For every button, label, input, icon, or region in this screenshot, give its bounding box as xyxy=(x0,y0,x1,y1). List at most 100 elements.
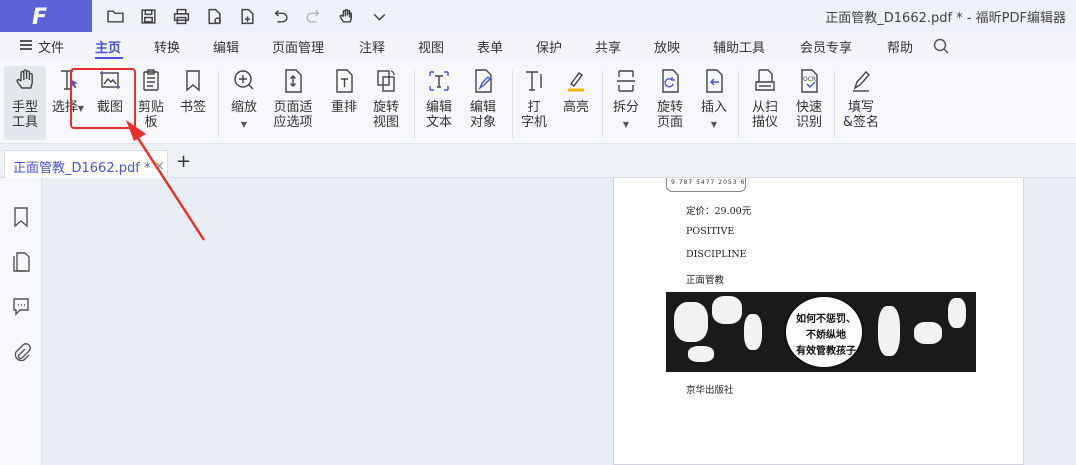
search-icon[interactable] xyxy=(933,38,949,54)
photo-area xyxy=(712,296,742,324)
typewriter-icon xyxy=(523,68,545,94)
redo-icon[interactable] xyxy=(302,5,324,27)
rotate-page-icon xyxy=(659,68,681,94)
document-tab-bar: 正面管教_D1662.pdf * × xyxy=(0,144,1076,178)
cover-photo: 如何不惩罚、 不娇纵地 有效管教孩子 xyxy=(666,292,976,372)
pages-panel-icon[interactable] xyxy=(11,251,31,273)
app-logo[interactable]: F xyxy=(0,0,92,32)
publisher-text: 京华出版社 xyxy=(686,385,734,396)
fit-page-icon xyxy=(282,68,304,94)
ocr-button[interactable]: OCR 快速 识别 xyxy=(792,68,826,130)
attachment-panel-icon[interactable] xyxy=(11,341,31,363)
document-tab[interactable]: 正面管教_D1662.pdf * × xyxy=(4,150,168,178)
insert-dropdown-icon[interactable]: ▼ xyxy=(711,120,717,129)
split-dropdown-icon[interactable]: ▼ xyxy=(623,120,629,129)
barcode: 9 787 5477 2053 6 xyxy=(666,178,746,192)
fit-page-label: 页面适 应选项 xyxy=(273,100,313,130)
typewriter-button[interactable]: 打 字机 xyxy=(518,68,550,130)
menu-form[interactable]: 表单 xyxy=(477,37,503,56)
add-tab-icon[interactable]: + xyxy=(176,151,191,172)
hamburger-menu-icon[interactable] xyxy=(20,40,32,50)
edit-text-label: 编辑 文本 xyxy=(425,100,452,130)
cover-bubble: 如何不惩罚、 不娇纵地 有效管教孩子 xyxy=(784,295,864,369)
ribbon-separator xyxy=(218,70,219,138)
typewriter-label: 打 字机 xyxy=(520,100,547,130)
menu-home[interactable]: 主页 xyxy=(95,37,121,56)
ribbon-separator xyxy=(512,70,513,138)
ribbon-toolbar: 手型 工具 选择▼ 截图 剪贴 板 书签 缩放 ▼ 页面适 应选项 重排 旋转 视… xyxy=(0,60,1076,144)
split-button[interactable]: 拆分 ▼ xyxy=(610,68,642,133)
rotate-page-button[interactable]: 旋转 页面 xyxy=(650,68,690,130)
insert-icon xyxy=(703,68,725,94)
menu-file[interactable]: 文件 xyxy=(38,37,64,56)
page-export-icon[interactable] xyxy=(203,5,225,27)
insert-label: 插入 xyxy=(700,100,727,115)
menu-accessibility[interactable]: 辅助工具 xyxy=(713,37,765,56)
fill-sign-button[interactable]: 填写 &签名 xyxy=(840,68,882,130)
menu-vip[interactable]: 会员专享 xyxy=(800,37,852,56)
menu-help[interactable]: 帮助 xyxy=(887,37,913,56)
fill-sign-icon xyxy=(850,68,872,94)
insert-button[interactable]: 插入 ▼ xyxy=(698,68,730,133)
photo-area xyxy=(674,302,708,342)
photo-area xyxy=(878,306,900,356)
hand-select-icon[interactable] xyxy=(335,5,357,27)
add-page-icon[interactable] xyxy=(236,5,258,27)
zoom-label: 缩放 xyxy=(230,100,257,115)
comments-panel-icon[interactable] xyxy=(11,295,31,317)
window-title: 正面管教_D1662.pdf * - 福昕PDF编辑器 xyxy=(825,11,1066,26)
bubble-text-line2: 不娇纵地 xyxy=(806,330,846,341)
highlight-icon xyxy=(565,68,587,94)
photo-area xyxy=(948,298,966,328)
fit-page-button[interactable]: 页面适 应选项 xyxy=(268,68,318,130)
edit-text-button[interactable]: 编辑 文本 xyxy=(422,68,456,130)
close-icon[interactable]: × xyxy=(154,159,165,174)
reflow-button[interactable]: 重排 xyxy=(328,68,360,116)
zoom-dropdown-icon[interactable]: ▼ xyxy=(241,120,247,129)
rotate-view-button[interactable]: 旋转 视图 xyxy=(366,68,406,130)
clipboard-button[interactable]: 剪贴 板 xyxy=(136,68,166,130)
menu-bar: 文件 主页 转换 编辑 页面管理 注释 视图 表单 保护 共享 放映 辅助工具 … xyxy=(0,32,1076,60)
hand-icon xyxy=(14,68,36,94)
rotate-view-label: 旋转 视图 xyxy=(372,100,399,130)
menu-present[interactable]: 放映 xyxy=(654,37,680,56)
ocr-label: 快速 识别 xyxy=(795,100,822,130)
reflow-label: 重排 xyxy=(330,100,357,115)
bookmark-icon xyxy=(182,68,204,94)
bubble-text-line3: 有效管教孩子 xyxy=(796,346,856,357)
print-icon[interactable] xyxy=(170,5,192,27)
open-folder-icon[interactable] xyxy=(104,5,126,27)
ribbon-separator xyxy=(414,70,415,138)
scanner-icon xyxy=(754,68,776,94)
from-scanner-button[interactable]: 从扫 描仪 xyxy=(744,68,786,130)
edit-object-label: 编辑 对象 xyxy=(469,100,496,130)
logo-icon: F xyxy=(32,5,48,30)
menu-comment[interactable]: 注释 xyxy=(359,37,385,56)
menu-view[interactable]: 视图 xyxy=(418,37,444,56)
hand-tool-button[interactable]: 手型 工具 xyxy=(4,66,46,140)
menu-edit[interactable]: 编辑 xyxy=(213,37,239,56)
title-en-line2: DISCIPLINE xyxy=(686,249,747,260)
more-dropdown-icon[interactable] xyxy=(368,5,390,27)
hand-tool-label: 手型 工具 xyxy=(11,100,38,130)
bookmark-button[interactable]: 书签 xyxy=(176,68,210,116)
price-text: 定价：29.00元 xyxy=(686,206,752,217)
menu-convert[interactable]: 转换 xyxy=(154,37,180,56)
menu-protect[interactable]: 保护 xyxy=(536,37,562,56)
undo-icon[interactable] xyxy=(269,5,291,27)
menu-page-manage[interactable]: 页面管理 xyxy=(272,37,324,56)
fill-sign-label: 填写 &签名 xyxy=(842,100,880,130)
reflow-icon xyxy=(333,68,355,94)
title-bar: F 正面管教_D1662.pdf * - 福昕PDF编辑器 xyxy=(0,0,1076,32)
edit-object-button[interactable]: 编辑 对象 xyxy=(462,68,504,130)
split-label: 拆分 xyxy=(612,100,639,115)
rotate-page-label: 旋转 页面 xyxy=(656,100,683,130)
zoom-button[interactable]: 缩放 ▼ xyxy=(226,68,262,133)
bookmark-panel-icon[interactable] xyxy=(11,206,31,228)
highlight-button[interactable]: 高亮 xyxy=(560,68,592,116)
menu-share[interactable]: 共享 xyxy=(595,37,621,56)
pdf-page[interactable]: 9 787 5477 2053 6 定价：29.00元 POSITIVE DIS… xyxy=(613,178,1024,465)
barcode-digits: 9 787 5477 2053 6 xyxy=(671,179,746,186)
zoom-icon xyxy=(233,68,255,94)
save-icon[interactable] xyxy=(137,5,159,27)
